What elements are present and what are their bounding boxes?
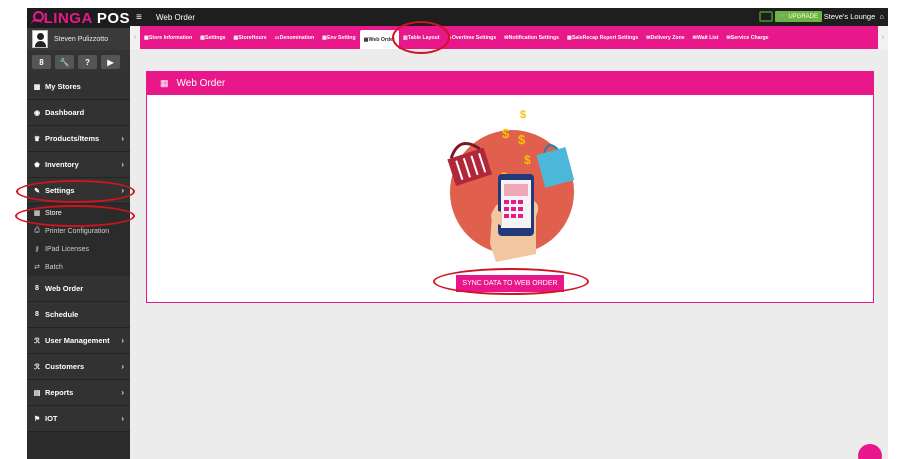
users-icon: ℛ: [34, 337, 40, 345]
logout-button[interactable]: ▶: [101, 55, 120, 69]
sidebar-item-reports[interactable]: ▤ Reports ›: [27, 380, 130, 406]
wrench-icon: ✎: [34, 187, 40, 195]
products-icon: ♛: [33, 135, 41, 143]
inventory-icon: ♚: [33, 161, 41, 169]
schedule-icon: 8: [35, 311, 39, 318]
cart-icon: 🛒: [779, 14, 789, 20]
sidebar-item-inventory[interactable]: ♚ Inventory ›: [27, 152, 130, 178]
sidebar-item-user-management[interactable]: ℛ User Management ›: [27, 328, 130, 354]
user-name: Steven Pulizzotto: [54, 35, 109, 43]
quick-actions: 8 🔧 ? ▶: [27, 50, 130, 74]
tab-overtime-settings[interactable]: ✎ Overtime Settings: [443, 26, 500, 49]
chevron-right-icon: ›: [121, 388, 124, 397]
iot-icon: ⚑: [33, 415, 41, 423]
monitor-icon[interactable]: [759, 11, 773, 22]
svg-text:$: $: [502, 126, 510, 141]
avatar: [32, 30, 48, 48]
panel-title: Web Order: [176, 78, 226, 89]
svg-text:$: $: [524, 153, 531, 167]
sidebar-item-settings[interactable]: ✎ Settings ›: [27, 178, 130, 204]
sidebar-item-products[interactable]: ♛ Products/Items ›: [27, 126, 130, 152]
sync-data-to-web-order-button[interactable]: SYNC DATA TO WEB ORDER: [456, 275, 564, 292]
panel-header: ▦ Web Order: [147, 72, 873, 95]
sidebar-item-iot[interactable]: ⚑ IOT ›: [27, 406, 130, 432]
chevron-right-icon: ›: [121, 186, 124, 195]
tools-button[interactable]: 🔧: [55, 55, 74, 69]
chevron-right-icon: ›: [121, 336, 124, 345]
web-order-icon: 8: [35, 285, 39, 292]
sidebar-item-customers[interactable]: ℛ Customers ›: [27, 354, 130, 380]
user-button[interactable]: 8: [32, 55, 51, 69]
chevron-right-icon: ›: [121, 160, 124, 169]
brand-name: LINGA: [43, 9, 93, 27]
customers-icon: ℛ: [34, 363, 40, 371]
sidebar-item-web-order[interactable]: 8 Web Order: [27, 276, 130, 302]
sidebar: LINGA POS Steven Pulizzotto 8 🔧 ? ▶ ▦ My…: [27, 8, 130, 459]
tabs-scroll-left-icon[interactable]: ‹: [130, 26, 140, 49]
store-selector[interactable]: Steve's Lounge ⌂: [824, 12, 884, 21]
web-order-panel: ▦ Web Order $ $ $ $ $: [146, 71, 874, 303]
sidebar-subitem-batch[interactable]: ⇄ Batch: [27, 258, 130, 276]
tab-table-layout[interactable]: ▥ Table Layout: [399, 26, 444, 49]
brand-suffix: POS: [96, 9, 130, 27]
sidebar-item-schedule[interactable]: 8 Schedule: [27, 302, 130, 328]
sidebar-subitem-printer-configuration[interactable]: ⎙ Printer Configuration: [27, 222, 130, 240]
reports-icon: ▤: [33, 389, 41, 397]
tab-service-charge[interactable]: ✉ Service Charge: [722, 26, 772, 49]
user-profile[interactable]: Steven Pulizzotto: [27, 28, 130, 50]
brand-logo[interactable]: LINGA POS: [27, 8, 130, 28]
sidebar-item-my-stores[interactable]: ▦ My Stores: [27, 74, 130, 100]
store-icon: ▦: [33, 83, 41, 91]
key-icon: ⚷: [34, 246, 40, 253]
help-button[interactable]: ?: [78, 55, 97, 69]
sidebar-item-dashboard[interactable]: ◉ Dashboard: [27, 100, 130, 126]
sidebar-subitem-store[interactable]: ▦ Store: [27, 204, 130, 222]
tab-delivery-zone[interactable]: ✉ Delivery Zone: [642, 26, 688, 49]
store-icon: ▦: [33, 210, 41, 217]
tab-wait-list[interactable]: ✉ Wait List: [689, 26, 723, 49]
printer-icon: ⎙: [34, 227, 40, 234]
tab-env-setting[interactable]: ▦ Env Setting: [318, 26, 359, 49]
linga-logo-icon: [31, 11, 44, 25]
home-icon: ⌂: [877, 12, 884, 21]
tab-settings[interactable]: ▦ Settings: [196, 26, 229, 49]
tab-denomination[interactable]: ▭ Denomination: [271, 26, 319, 49]
tab-store-information[interactable]: ▦ Store Information: [140, 26, 196, 49]
tab-notification-settings[interactable]: ✉ Notification Settings: [500, 26, 563, 49]
tab-salerecap-report-settings[interactable]: ▦ SaleRecap Report Settings: [563, 26, 642, 49]
hamburger-icon[interactable]: ≡: [136, 12, 148, 23]
chevron-right-icon: ›: [121, 134, 124, 143]
page-title: Web Order: [156, 12, 195, 22]
sidebar-subitem-ipad-licenses[interactable]: ⚷ IPad Licenses: [27, 240, 130, 258]
tab-storehours[interactable]: ▦ StoreHours: [230, 26, 271, 49]
svg-text:$: $: [518, 132, 526, 147]
web-order-illustration: $ $ $ $ $: [447, 109, 575, 262]
grid-icon: ▦: [160, 78, 169, 88]
settings-tabs: ‹ ▦ Store Information ▦ Settings ▦ Store…: [130, 26, 888, 49]
svg-text:$: $: [520, 109, 526, 121]
exchange-icon: ⇄: [34, 264, 40, 271]
chevron-right-icon: ›: [121, 414, 124, 423]
tab-web-order[interactable]: ▦ Web Order: [359, 30, 399, 49]
upgrade-button[interactable]: 🛒 UPGRADE: [775, 11, 822, 22]
dashboard-icon: ◉: [33, 109, 41, 117]
main-content: ▦ Web Order $ $ $ $ $: [130, 49, 888, 459]
top-bar: ≡ Web Order 🛒 UPGRADE Steve's Lounge ⌂: [130, 8, 888, 26]
chevron-right-icon: ›: [121, 362, 124, 371]
tabs-scroll-right-icon[interactable]: ›: [878, 26, 888, 49]
